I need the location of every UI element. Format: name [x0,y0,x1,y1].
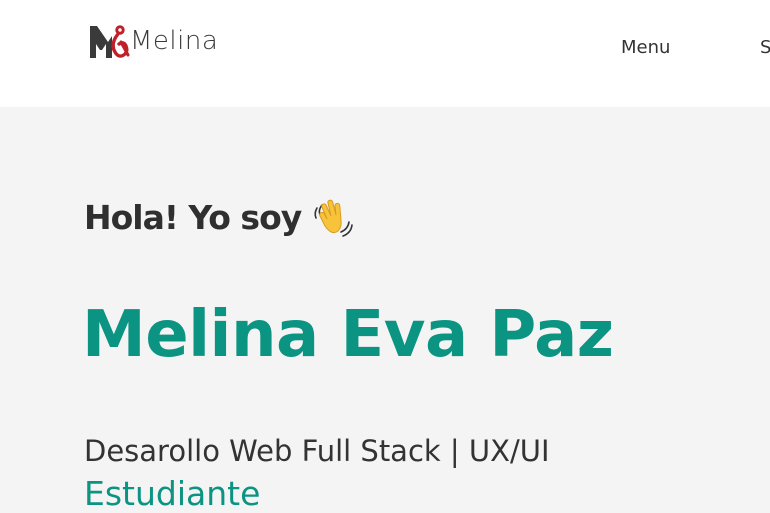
site-logo[interactable]: Melina [88,22,218,60]
greeting-text: Hola! Yo soy [84,197,302,237]
monogram-logo-icon [90,25,130,58]
logo-text: Melina [130,26,219,56]
nav-menu-link[interactable]: Menu [621,37,670,58]
hero-greeting: Hola! Yo soy [84,196,354,238]
hero-name: Melina Eva Paz [82,298,614,372]
nav-next-link[interactable]: S [760,37,770,58]
hero-status: Estudiante [84,474,261,513]
hero-role: Desarollo Web Full Stack | UX/UI [84,434,550,468]
site-header: Melina Menu S [0,0,770,107]
waving-hand-icon [314,199,354,237]
